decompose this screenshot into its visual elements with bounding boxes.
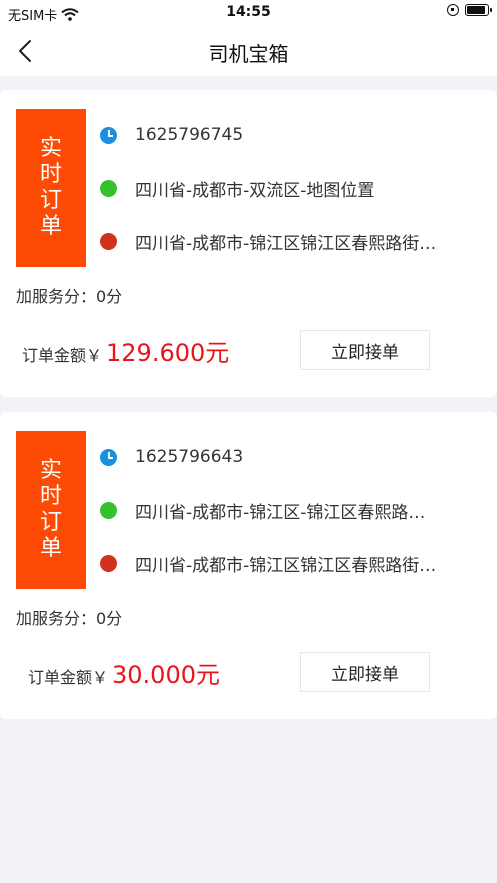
status-time: 14:55 — [226, 4, 271, 20]
orientation-lock-icon — [447, 4, 459, 16]
order-id: 1625796643 — [135, 447, 244, 467]
order-id-row: 1625796643 — [100, 445, 243, 469]
accept-order-button[interactable]: 立即接单 — [300, 330, 430, 370]
end-dot-icon — [100, 232, 117, 250]
start-location: 四川省-成都市-锦江区-锦江区春熙路… — [135, 502, 426, 523]
battery-icon — [465, 4, 492, 16]
status-right — [447, 4, 492, 16]
end-dot-icon — [100, 554, 117, 572]
status-bar: 无SIM卡 14:55 — [0, 0, 497, 26]
extra-service-score: 加服务分：0分 — [16, 287, 123, 306]
end-location-row: 四川省-成都市-锦江区锦江区春熙路街… — [100, 551, 437, 576]
amount-label: 订单金额￥ — [28, 668, 109, 687]
end-location-row: 四川省-成都市-锦江区锦江区春熙路街… — [100, 229, 437, 254]
accept-order-button[interactable]: 立即接单 — [300, 652, 430, 692]
badge-char: 订 — [39, 510, 62, 535]
start-dot-icon — [100, 501, 117, 519]
end-location: 四川省-成都市-锦江区锦江区春熙路街… — [135, 233, 437, 254]
order-card: 实 时 订 单 1625796745 四川省-成都市-双流区-地图位置 四川省-… — [0, 90, 497, 397]
amount-value: 129.600元 — [106, 339, 230, 367]
nav-bar: 司机宝箱 — [0, 26, 497, 76]
start-location-row: 四川省-成都市-双流区-地图位置 — [100, 176, 375, 201]
badge-char: 实 — [39, 136, 62, 161]
order-type-badge: 实 时 订 单 — [16, 431, 86, 589]
order-type-badge: 实 时 订 单 — [16, 109, 86, 267]
start-location: 四川省-成都市-双流区-地图位置 — [135, 180, 375, 201]
badge-char: 订 — [39, 188, 62, 213]
clock-icon — [100, 448, 117, 466]
extra-service-score: 加服务分：0分 — [16, 609, 123, 628]
badge-char: 单 — [39, 536, 62, 561]
amount-row: 订单金额￥ 30.000元 — [28, 655, 220, 690]
badge-char: 实 — [39, 458, 62, 483]
page-title: 司机宝箱 — [208, 42, 289, 66]
amount-value: 30.000元 — [112, 661, 220, 689]
order-card: 实 时 订 单 1625796643 四川省-成都市-锦江区-锦江区春熙路… 四… — [0, 412, 497, 719]
badge-char: 时 — [39, 484, 62, 509]
end-location: 四川省-成都市-锦江区锦江区春熙路街… — [135, 555, 437, 576]
order-id-row: 1625796745 — [100, 123, 243, 147]
start-dot-icon — [100, 179, 117, 197]
amount-row: 订单金额￥ 129.600元 — [22, 333, 229, 368]
badge-char: 单 — [39, 214, 62, 239]
badge-char: 时 — [39, 162, 62, 187]
clock-icon — [100, 126, 117, 144]
amount-label: 订单金额￥ — [22, 346, 103, 365]
start-location-row: 四川省-成都市-锦江区-锦江区春熙路… — [100, 498, 426, 523]
order-id: 1625796745 — [135, 125, 244, 145]
